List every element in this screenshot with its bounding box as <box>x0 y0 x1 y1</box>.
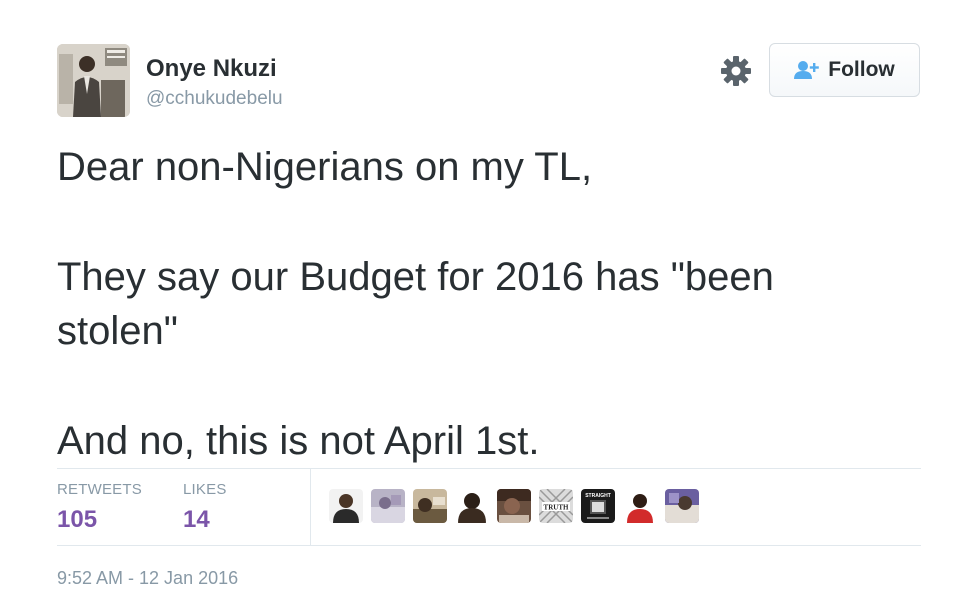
liker-avatar[interactable] <box>497 489 531 523</box>
likes-count: 14 <box>183 506 210 533</box>
tweet-line: Dear non-Nigerians on my TL, <box>57 145 593 189</box>
stats-divider <box>310 469 311 545</box>
author-display-name[interactable]: Onye Nkuzi <box>146 55 277 83</box>
avatar[interactable] <box>57 44 130 117</box>
follow-button[interactable]: Follow <box>769 43 920 97</box>
liker-avatars: TRUTH STRAIGHT <box>329 489 699 523</box>
liker-avatar[interactable]: TRUTH <box>539 489 573 523</box>
liker-avatar[interactable] <box>329 489 363 523</box>
author-handle[interactable]: @cchukudebelu <box>146 88 283 110</box>
gear-icon[interactable] <box>720 55 752 87</box>
liker-avatar[interactable] <box>371 489 405 523</box>
liker-avatar[interactable] <box>623 489 657 523</box>
add-user-icon <box>794 61 820 79</box>
truth-text: TRUTH <box>544 504 569 512</box>
tweet-text: Dear non-Nigerians on my TL, They say ou… <box>57 140 917 468</box>
liker-avatar[interactable] <box>455 489 489 523</box>
tweet-line: And no, this is not April 1st. <box>57 419 540 463</box>
retweets-label: RETWEETS <box>57 481 142 498</box>
follow-label: Follow <box>828 58 895 81</box>
likes-stat[interactable]: LIKES 14 <box>183 481 227 534</box>
tweet-line: They say our Budget for 2016 has "been s… <box>57 255 774 353</box>
liker-avatar[interactable]: STRAIGHT <box>581 489 615 523</box>
liker-avatar[interactable] <box>413 489 447 523</box>
retweets-stat[interactable]: RETWEETS 105 <box>57 481 142 534</box>
straight-text: STRAIGHT <box>585 493 611 499</box>
avatar-photo <box>57 44 130 117</box>
retweets-count: 105 <box>57 506 98 533</box>
likes-label: LIKES <box>183 481 227 498</box>
tweet-stats: RETWEETS 105 LIKES 14 TRUTH STRAIGHT <box>57 468 921 546</box>
liker-avatar[interactable] <box>665 489 699 523</box>
tweet-timestamp[interactable]: 9:52 AM - 12 Jan 2016 <box>57 567 238 589</box>
